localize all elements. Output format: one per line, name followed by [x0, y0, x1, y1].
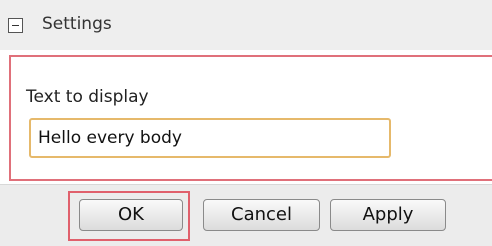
ok-button[interactable]: OK	[79, 199, 183, 231]
settings-header: Settings	[0, 0, 492, 50]
settings-title: Settings	[42, 14, 112, 34]
text-to-display-label: Text to display	[26, 87, 149, 107]
text-to-display-input[interactable]	[29, 118, 391, 158]
apply-button[interactable]: Apply	[330, 199, 446, 231]
collapse-minus-icon[interactable]	[8, 18, 23, 33]
cancel-button[interactable]: Cancel	[203, 199, 320, 231]
